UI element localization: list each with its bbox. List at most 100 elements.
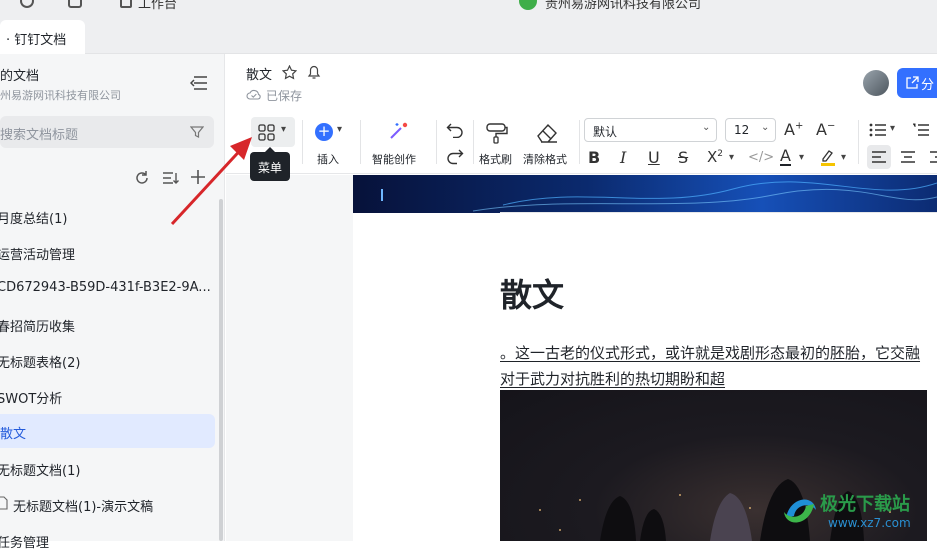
search-placeholder: 搜索文档标题: [0, 128, 79, 143]
grid-menu-icon: [258, 124, 275, 141]
chevron-down-icon[interactable]: ▾: [729, 152, 734, 163]
sidebar-item-label: 无标题文档(1)-演示文稿: [13, 500, 154, 515]
redo-icon[interactable]: [446, 149, 464, 165]
sidebar-item[interactable]: 无标题表格(2): [0, 343, 212, 377]
font-family-value: 默认: [593, 125, 618, 139]
paragraph-line[interactable]: 对于武力对抗胜利的热切期盼和超: [500, 368, 725, 389]
align-center-icon[interactable]: [900, 150, 916, 164]
saved-status: 已保存: [266, 89, 303, 103]
bold-icon[interactable]: B: [588, 148, 600, 167]
decrease-font-icon[interactable]: A−: [816, 120, 835, 139]
annotation-arrow: [170, 137, 252, 226]
increase-font-icon[interactable]: A+: [784, 120, 803, 139]
sidebar-item-label: 任务管理: [0, 536, 50, 551]
toolbar-divider: [436, 120, 437, 164]
strikethrough-icon[interactable]: S: [678, 148, 688, 167]
chevron-down-icon: ▾: [337, 124, 343, 135]
toolbar-divider: [858, 120, 859, 164]
code-icon[interactable]: </>: [748, 150, 774, 165]
sidebar-scrollbar[interactable]: [219, 199, 223, 541]
title-bar: 工作台 贵州易游网讯科技有限公司 ▾: [0, 0, 937, 14]
sidebar-item-label: 运营活动管理: [0, 248, 76, 263]
content-divider: [500, 212, 937, 213]
align-left-button[interactable]: [867, 145, 891, 169]
font-family-select[interactable]: 默认 ⌄: [584, 118, 717, 142]
bell-icon[interactable]: [307, 64, 321, 80]
format-painter-icon: [486, 123, 508, 144]
magic-wand-icon: [390, 122, 408, 139]
clear-format-label: 清除格式: [523, 153, 567, 166]
chevron-down-icon: ⌄: [702, 122, 711, 133]
watermark-url: www.xz7.com: [828, 516, 911, 530]
sidebar-item-label: 月度总结(1): [0, 212, 68, 227]
insert-button[interactable]: + ▾ 插入: [313, 120, 349, 168]
tab-label: · 钉钉文档: [6, 33, 67, 48]
format-painter-label: 格式刷: [479, 153, 512, 166]
clear-format-button[interactable]: 清除格式: [523, 120, 575, 168]
chevron-down-icon[interactable]: ▾: [727, 0, 732, 3]
sidebar-item[interactable]: 春招简历收集: [0, 307, 212, 341]
refresh-icon[interactable]: [20, 0, 34, 8]
swirl-logo-icon: [784, 499, 816, 523]
chevron-down-icon[interactable]: ▾: [841, 152, 846, 163]
ai-writing-label: 智能创作: [372, 153, 416, 166]
org-logo-icon: [519, 0, 537, 10]
doc-title[interactable]: 散文: [246, 64, 272, 83]
eraser-icon: [537, 123, 557, 143]
font-color-icon[interactable]: A: [780, 147, 791, 166]
avatar[interactable]: [863, 70, 889, 96]
chevron-down-icon: ▾: [281, 124, 287, 135]
chevron-down-icon[interactable]: ▾: [890, 123, 895, 134]
font-size-value: 12: [734, 123, 750, 137]
cloud-saved-icon: [246, 89, 261, 100]
sidebar-title: 我的文档: [0, 69, 40, 84]
ai-writing-button[interactable]: 智能创作: [372, 120, 422, 168]
share-label: 分: [921, 78, 935, 93]
sync-icon[interactable]: [68, 0, 82, 8]
format-painter-button[interactable]: 格式刷: [479, 120, 519, 168]
sidebar-item-label: 无标题表格(2): [0, 356, 81, 371]
sidebar-item[interactable]: CD672943-B59D-431f-B3E2-9A...: [0, 271, 212, 305]
toolbar-divider: [473, 120, 474, 164]
star-icon[interactable]: [282, 65, 297, 80]
align-right-icon[interactable]: [929, 150, 937, 164]
sidebar-item[interactable]: 运营活动管理: [0, 235, 212, 269]
superscript-icon[interactable]: X2: [707, 148, 723, 166]
numbered-list-icon[interactable]: [912, 123, 930, 137]
insert-label: 插入: [317, 153, 339, 166]
workbench-label[interactable]: 工作台: [138, 0, 177, 12]
underline-icon[interactable]: U: [648, 148, 660, 167]
sidebar-item-active[interactable]: 散文: [0, 414, 215, 448]
toolbar-divider: [360, 120, 361, 164]
share-icon: [906, 76, 919, 89]
font-size-select[interactable]: 12 ⌄: [725, 118, 776, 142]
chevron-down-icon[interactable]: ▾: [799, 152, 804, 163]
sidebar-item[interactable]: SWOT分析: [0, 379, 212, 413]
plus-circle-icon: +: [315, 123, 333, 141]
tab-bar: [0, 14, 937, 54]
sidebar-item-label: 散文: [0, 427, 27, 442]
header-banner-image: [353, 175, 937, 213]
sidebar-subtitle: 贵州易游网讯科技有限公司: [0, 89, 121, 102]
org-name[interactable]: 贵州易游网讯科技有限公司: [545, 0, 701, 12]
toolbar-divider: [579, 120, 580, 164]
chevron-down-icon: ⌄: [761, 122, 770, 133]
tab-dingtalk-docs[interactable]: · 钉钉文档: [0, 20, 85, 54]
refresh-icon[interactable]: [134, 170, 150, 186]
workbench-icon[interactable]: [120, 0, 132, 8]
share-button[interactable]: 分: [897, 68, 937, 98]
italic-icon[interactable]: I: [620, 148, 626, 167]
document-heading[interactable]: 散文: [500, 270, 564, 316]
paragraph-line[interactable]: 。这一古老的仪式形式，或许就是戏剧形态最初的胚胎，它交融: [500, 342, 920, 363]
undo-icon[interactable]: [446, 122, 464, 138]
highlight-icon[interactable]: [820, 148, 836, 166]
editor-toolbar: ▾ + ▾ 插入 智能创作 格式刷 清除格式 默认 ⌄ 12 ⌄ A+ A− B…: [226, 112, 937, 174]
sidebar-item-label: CD672943-B59D-431f-B3E2-9A...: [0, 280, 211, 295]
collapse-sidebar-icon[interactable]: [190, 76, 208, 90]
sidebar-item-label: 无标题文档(1): [0, 464, 81, 479]
bullet-list-icon[interactable]: [869, 123, 887, 137]
sidebar-item[interactable]: 任务管理: [0, 523, 212, 557]
sidebar-item[interactable]: 无标题文档(1)-演示文稿: [0, 487, 212, 521]
sidebar-item[interactable]: 无标题文档(1): [0, 451, 212, 485]
align-left-icon: [872, 151, 886, 163]
